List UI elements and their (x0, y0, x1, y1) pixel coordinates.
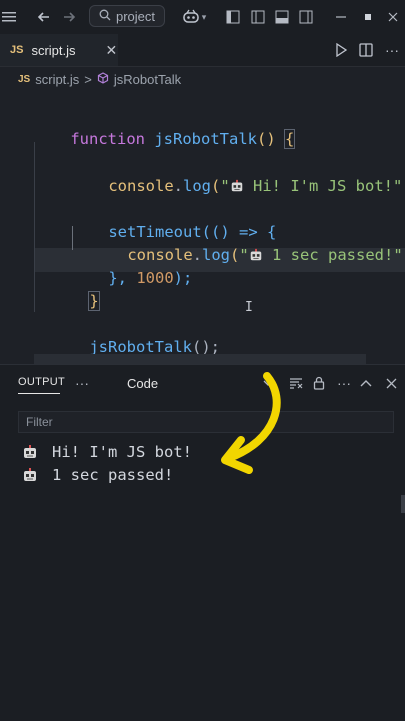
robot-emoji-icon (24, 468, 36, 481)
code-editor[interactable]: function jsRobotTalk() { console.log(" H… (0, 92, 405, 364)
close-window-icon[interactable] (384, 7, 402, 27)
symbol-method-icon (97, 71, 109, 87)
matching-bracket: { (283, 129, 296, 149)
layout-panel-icon[interactable] (273, 7, 291, 27)
panel-more-icon[interactable]: ··· (73, 374, 91, 392)
command-center-search[interactable]: project (89, 5, 165, 27)
arrow-right-icon[interactable] (59, 7, 79, 27)
code-line-1: function jsRobotTalk() { (70, 129, 296, 149)
more-actions-icon[interactable]: ··· (383, 40, 401, 60)
js-file-icon: JS (10, 44, 24, 56)
panel-header: OUTPUT ··· Code ··· (0, 365, 405, 401)
js-file-icon: JS (18, 73, 31, 85)
chevron-up-icon[interactable] (357, 374, 375, 392)
output-channel-select[interactable]: Code (127, 376, 158, 391)
arrow-left-icon[interactable] (34, 7, 54, 27)
search-icon (99, 9, 111, 24)
chevron-down-icon: ▾ (201, 11, 207, 22)
layout-right-icon[interactable] (297, 7, 315, 27)
matching-bracket: } (88, 291, 100, 311)
maximize-icon[interactable] (359, 7, 377, 27)
copilot-icon[interactable]: ▾ (179, 7, 209, 27)
editor-tab-bar: JS script.js ✕ ··· (0, 34, 405, 67)
minimize-icon[interactable] (332, 7, 350, 27)
menu-icon[interactable] (0, 7, 18, 27)
tab-output[interactable]: OUTPUT (18, 376, 65, 388)
breadcrumb-separator: > (84, 71, 92, 87)
annotation-arrow-icon (221, 372, 281, 474)
run-icon[interactable] (332, 40, 350, 60)
tab-script-js[interactable]: JS script.js ✕ (0, 34, 118, 66)
breadcrumb-symbol[interactable]: jsRobotTalk (114, 72, 181, 87)
layout-left-icon[interactable] (249, 7, 267, 27)
panel-scrollbar[interactable] (401, 495, 405, 513)
tab-label: script.js (31, 42, 76, 58)
ellipsis-icon[interactable]: ··· (335, 374, 353, 392)
breadcrumb-file[interactable]: script.js (35, 72, 79, 87)
output-line: Hi! I'm JS bot! (22, 441, 192, 463)
filter-input[interactable]: Filter (18, 411, 394, 433)
active-tab-indicator (18, 393, 60, 394)
layout-sidebar-icon[interactable] (224, 7, 242, 27)
output-panel: OUTPUT ··· Code ··· Filter Hi! I'm JS bo… (0, 364, 405, 721)
title-bar: project ▾ (0, 0, 405, 34)
text-cursor-icon: I (245, 300, 253, 315)
horizontal-scrollbar[interactable] (34, 354, 366, 364)
robot-emoji-icon (231, 179, 242, 192)
robot-emoji-icon (24, 445, 36, 458)
close-panel-icon[interactable] (382, 374, 400, 392)
close-icon[interactable]: ✕ (106, 42, 118, 59)
split-editor-icon[interactable] (357, 40, 375, 60)
output-text: 1 sec passed! (52, 466, 174, 484)
lock-icon[interactable] (310, 374, 328, 392)
breadcrumb: JS script.js > jsRobotTalk (18, 70, 181, 88)
output-line: 1 sec passed! (22, 464, 173, 486)
output-text: Hi! I'm JS bot! (52, 443, 192, 461)
search-label: project (116, 8, 156, 24)
indent-guide (34, 142, 35, 312)
robot-emoji-icon (250, 248, 261, 261)
